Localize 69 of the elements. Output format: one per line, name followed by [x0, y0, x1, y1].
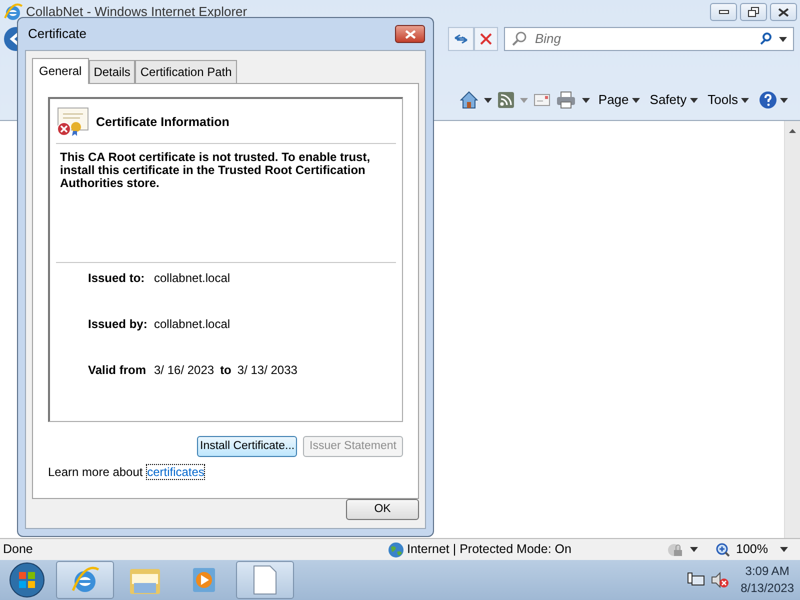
- scrollbar[interactable]: [784, 121, 800, 538]
- field-value: 3/ 16/ 2023: [154, 362, 214, 379]
- caret-icon[interactable]: [582, 98, 590, 102]
- certificates-link[interactable]: certificates: [146, 464, 206, 480]
- browser-logo-icon: [70, 565, 100, 595]
- section-heading: Certificate Information: [96, 114, 230, 131]
- security-zone-text: Internet | Protected Mode: On: [407, 541, 572, 558]
- caret-icon: [632, 98, 640, 102]
- media-player-icon: [192, 566, 218, 594]
- mail-icon[interactable]: [534, 94, 550, 106]
- caret-icon: [690, 98, 698, 102]
- tab[interactable]: General: [32, 58, 89, 84]
- field-value: 3/ 13/ 2033: [237, 362, 298, 379]
- caret-icon[interactable]: [690, 547, 698, 552]
- field-value: collabnet.local: [154, 316, 230, 333]
- close-icon: [404, 30, 416, 38]
- refresh-icon: [453, 32, 469, 46]
- stop-button[interactable]: [474, 27, 498, 51]
- network-icon[interactable]: [686, 572, 705, 588]
- minimize-button[interactable]: [710, 3, 737, 21]
- caret-icon: [780, 98, 788, 102]
- window-title: CollabNet - Windows Internet Explorer: [26, 3, 248, 22]
- home-icon[interactable]: [460, 91, 478, 109]
- menu-button[interactable]: Tools: [706, 90, 751, 110]
- help-icon: [759, 91, 777, 109]
- trust-message: This CA Root certificate is not trusted. To enable trust, install this certificate in the Trusted Root Certification Authorities store.: [59, 149, 372, 192]
- action-button[interactable]: Install Certificate...: [197, 436, 297, 457]
- caret-icon[interactable]: [780, 547, 788, 552]
- field-value: collabnet.local: [154, 270, 230, 287]
- refresh-button[interactable]: [448, 27, 474, 51]
- stop-icon: [479, 32, 493, 46]
- status-text: Done: [3, 541, 33, 558]
- browser-logo-icon: [3, 2, 23, 22]
- menu-button[interactable]: Page: [596, 90, 642, 110]
- search-field[interactable]: Bing: [504, 27, 794, 51]
- printer-icon[interactable]: [556, 91, 576, 109]
- field-label: Issued to:: [88, 270, 146, 287]
- minimize-icon: [718, 10, 728, 14]
- zoom-level[interactable]: 100%: [736, 540, 768, 559]
- clock-time: 3:09 AM: [744, 563, 790, 580]
- taskbar-document-button[interactable]: [236, 561, 294, 599]
- tab[interactable]: Details: [88, 60, 136, 83]
- globe-icon: [388, 542, 404, 558]
- close-button[interactable]: [770, 3, 797, 21]
- caret-icon[interactable]: [779, 36, 787, 42]
- clock-date: 8/13/2023: [740, 580, 794, 597]
- field-label: Issued by:: [88, 316, 148, 333]
- search-icon[interactable]: [759, 32, 773, 46]
- caret-icon: [741, 98, 749, 102]
- ok-button[interactable]: OK: [346, 499, 419, 520]
- field-label: to: [220, 362, 232, 379]
- close-button[interactable]: [395, 25, 425, 43]
- caret-icon[interactable]: [484, 98, 492, 102]
- tab[interactable]: Certification Path: [135, 60, 237, 83]
- learn-more-text: Learn more about: [48, 465, 143, 479]
- restore-button[interactable]: [740, 3, 767, 21]
- document-icon: [253, 565, 277, 595]
- windows-logo-icon: [9, 562, 45, 598]
- restore-icon: [748, 7, 759, 17]
- search-icon: [511, 31, 527, 47]
- close-icon: [778, 8, 789, 16]
- muted-speaker-icon[interactable]: [710, 572, 729, 588]
- certificate-error-icon: [56, 107, 90, 137]
- menu-button[interactable]: Safety: [648, 90, 700, 110]
- field-label: Valid from: [88, 362, 148, 379]
- zoom-icon: [716, 542, 730, 556]
- dialog-title: Certificate: [28, 25, 87, 44]
- help-button[interactable]: [757, 91, 790, 109]
- feed-icon[interactable]: [498, 92, 514, 108]
